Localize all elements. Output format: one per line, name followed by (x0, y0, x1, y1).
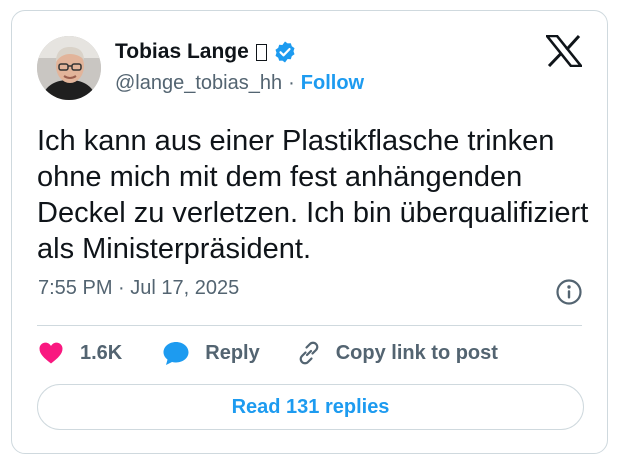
tweet-text: Ich kann aus einer Plastikflasche trinke… (37, 125, 589, 265)
like-button[interactable]: 1.6K (38, 341, 122, 365)
read-replies-label: Read 131 replies (231, 395, 390, 418)
tweet-card: Tobias Lange @lange_tobias_hh · Follow I… (11, 10, 608, 454)
x-logo[interactable] (546, 35, 582, 67)
like-count: 1.6K (80, 341, 123, 364)
heart-icon (39, 342, 63, 364)
info-icon[interactable] (555, 278, 583, 306)
verified-badge-icon (275, 41, 295, 63)
author-display-name[interactable]: Tobias Lange (115, 40, 249, 64)
tweet-actions: 1.6K Reply Copy link to post (38, 337, 498, 369)
reply-label: Reply (205, 341, 260, 364)
tweet-timestamp[interactable]: 7:55 PM · Jul 17, 2025 (38, 277, 239, 300)
flag-icon (255, 43, 267, 61)
author-handle-row: @lange_tobias_hh · Follow (115, 69, 364, 97)
follow-button[interactable]: Follow (301, 72, 364, 95)
avatar[interactable] (37, 36, 101, 100)
copy-link-button[interactable]: Copy link to post (296, 340, 498, 366)
link-icon (299, 341, 319, 365)
author-handle[interactable]: @lange_tobias_hh (115, 72, 282, 95)
divider (37, 325, 582, 326)
copy-link-label: Copy link to post (335, 341, 498, 364)
speech-bubble-icon (163, 342, 189, 365)
author-name-row: Tobias Lange (115, 37, 297, 67)
read-replies-button[interactable]: Read 131 replies (37, 384, 584, 430)
reply-button[interactable]: Reply (162, 340, 260, 366)
avatar-image (37, 36, 101, 100)
separator-dot: · (288, 71, 295, 94)
